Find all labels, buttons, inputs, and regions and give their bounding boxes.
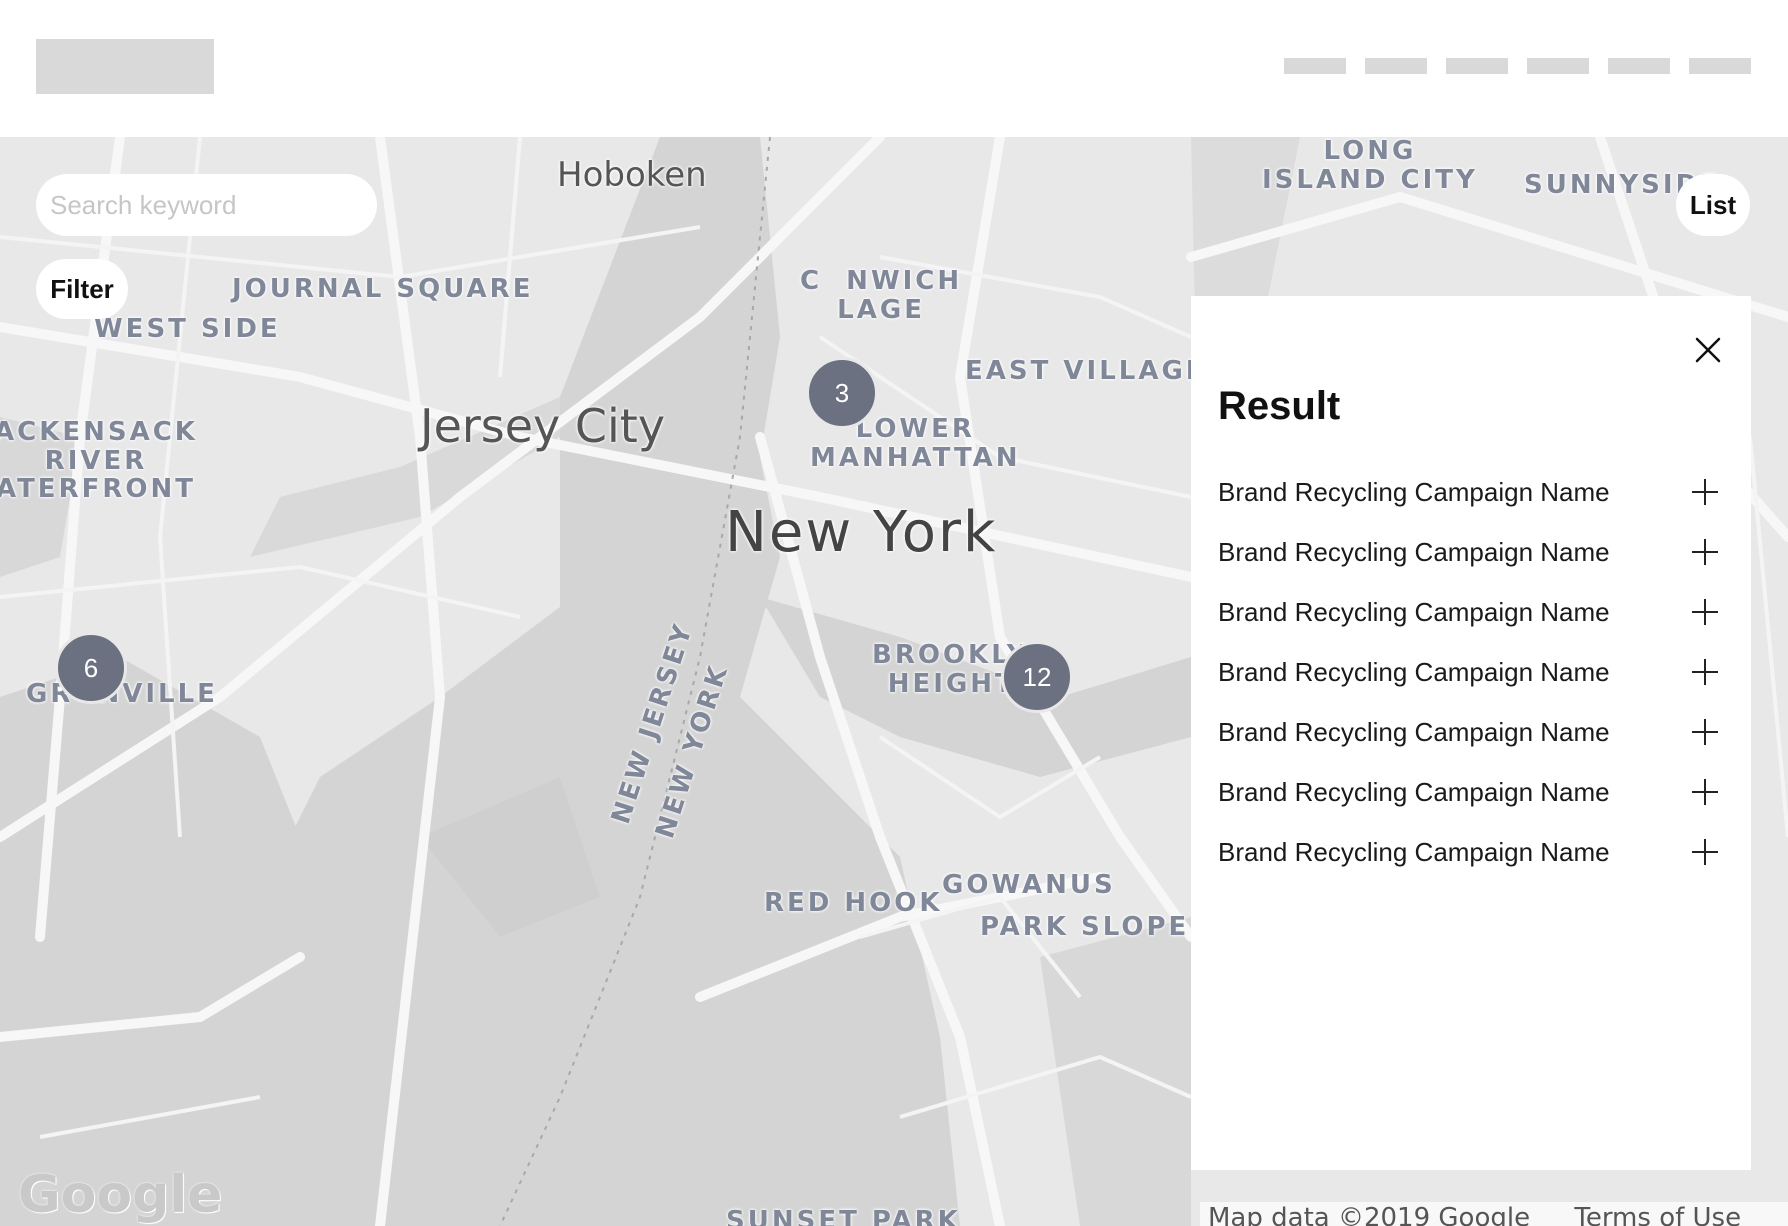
result-item[interactable]: Brand Recycling Campaign Name — [1218, 522, 1728, 582]
plus-icon[interactable] — [1692, 599, 1718, 625]
map-label-long-island-city: LONG ISLAND CITY — [1262, 137, 1478, 195]
map-label-greenwich-village: C NWICH LAGE — [800, 266, 963, 325]
nav-item-3[interactable] — [1446, 58, 1508, 74]
nav-item-6[interactable] — [1689, 58, 1751, 74]
plus-icon[interactable] — [1692, 779, 1718, 805]
plus-icon[interactable] — [1692, 839, 1718, 865]
map-attribution: Map data ©2019 Google Terms of Use — [1200, 1202, 1788, 1226]
map-label-gowanus: GOWANUS — [942, 870, 1116, 900]
map-cluster-marker[interactable]: 6 — [55, 632, 127, 704]
list-button[interactable]: List — [1676, 174, 1750, 236]
map-cluster-marker[interactable]: 12 — [1001, 641, 1073, 713]
map-label-east-village: EAST VILLAGE — [965, 356, 1207, 386]
map-data-credit: Map data ©2019 Google — [1208, 1203, 1531, 1226]
result-item[interactable]: Brand Recycling Campaign Name — [1218, 642, 1728, 702]
nav-item-5[interactable] — [1608, 58, 1670, 74]
map-label-new-york: New York — [725, 500, 998, 565]
result-item[interactable]: Brand Recycling Campaign Name — [1218, 822, 1728, 882]
plus-icon[interactable] — [1692, 659, 1718, 685]
map-label-jersey-city: Jersey City — [420, 399, 666, 453]
map-label-red-hook: RED HOOK — [764, 888, 943, 918]
terms-of-use-link[interactable]: Terms of Use — [1574, 1203, 1741, 1226]
google-logo: Google — [18, 1165, 223, 1225]
nav-item-4[interactable] — [1527, 58, 1589, 74]
close-icon[interactable] — [1694, 336, 1722, 364]
map-label-park-slope: PARK SLOPE — [980, 912, 1190, 942]
result-item-label: Brand Recycling Campaign Name — [1218, 656, 1610, 687]
filter-button[interactable]: Filter — [36, 259, 128, 319]
result-item[interactable]: Brand Recycling Campaign Name — [1218, 582, 1728, 642]
result-item-label: Brand Recycling Campaign Name — [1218, 716, 1610, 747]
result-item[interactable]: Brand Recycling Campaign Name — [1218, 702, 1728, 762]
plus-icon[interactable] — [1692, 719, 1718, 745]
result-item-label: Brand Recycling Campaign Name — [1218, 536, 1610, 567]
search-box[interactable] — [36, 174, 377, 236]
result-item-label: Brand Recycling Campaign Name — [1218, 836, 1610, 867]
logo-placeholder[interactable] — [36, 39, 214, 94]
map-label-sunset-park: SUNSET PARK — [726, 1206, 961, 1226]
result-item-label: Brand Recycling Campaign Name — [1218, 596, 1610, 627]
header — [0, 0, 1788, 137]
nav-bar — [1284, 58, 1751, 74]
map-cluster-marker[interactable]: 3 — [806, 357, 878, 429]
map-label-hackensack-river: ACKENSACK RIVER ATERFRONT — [0, 417, 198, 505]
search-input[interactable] — [50, 189, 377, 221]
result-title: Result — [1218, 384, 1341, 428]
map-label-west-side: WEST SIDE — [94, 314, 281, 344]
nav-item-1[interactable] — [1284, 58, 1346, 74]
nav-item-2[interactable] — [1365, 58, 1427, 74]
map-label-journal-square: JOURNAL SQUARE — [232, 274, 534, 304]
result-item-label: Brand Recycling Campaign Name — [1218, 776, 1610, 807]
result-item[interactable]: Brand Recycling Campaign Name — [1218, 462, 1728, 522]
map-label-hoboken: Hoboken — [557, 155, 707, 195]
plus-icon[interactable] — [1692, 539, 1718, 565]
plus-icon[interactable] — [1692, 479, 1718, 505]
result-item-label: Brand Recycling Campaign Name — [1218, 476, 1610, 507]
result-item[interactable]: Brand Recycling Campaign Name — [1218, 762, 1728, 822]
result-list: Brand Recycling Campaign Name Brand Recy… — [1218, 462, 1728, 882]
